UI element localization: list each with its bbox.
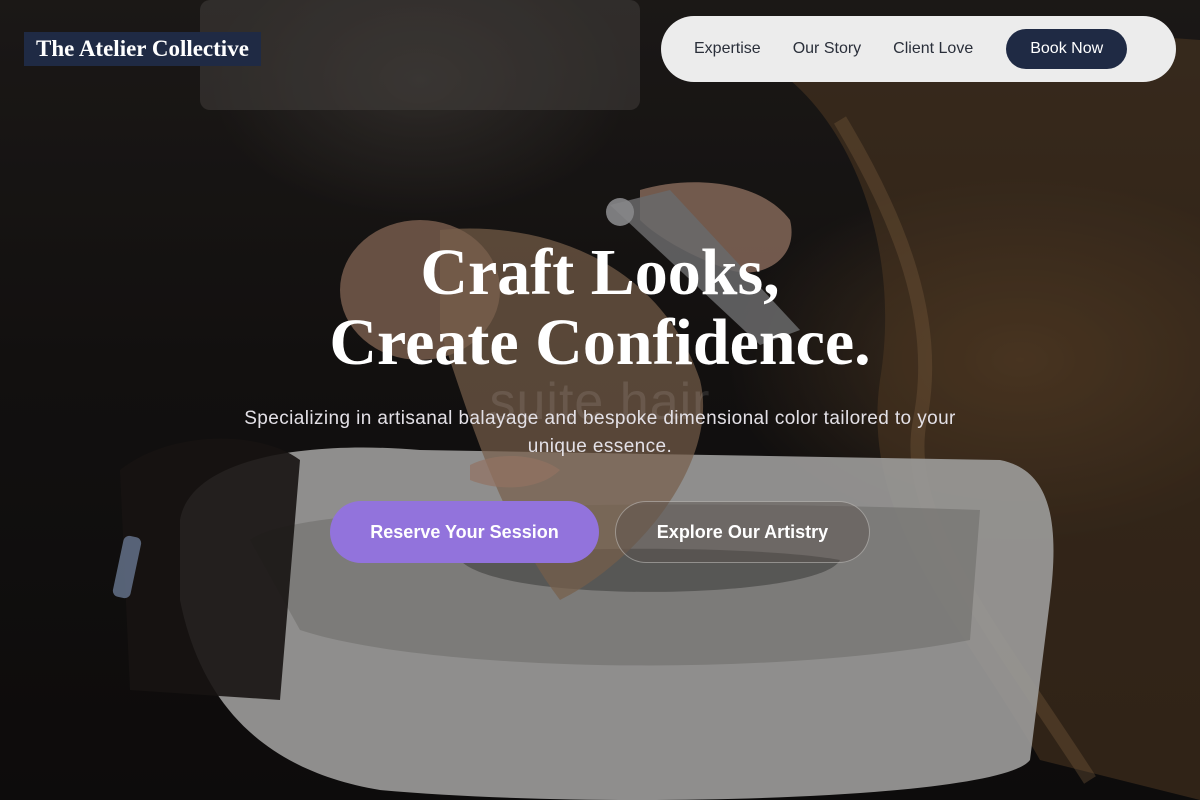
explore-artistry-button[interactable]: Explore Our Artistry (615, 501, 870, 563)
hero-title-line-1: Craft Looks, (420, 236, 780, 309)
brand-logo[interactable]: The Atelier Collective (24, 32, 261, 66)
nav-link-our-story[interactable]: Our Story (793, 40, 861, 58)
nav-link-expertise[interactable]: Expertise (694, 40, 761, 58)
nav-link-client-love[interactable]: Client Love (893, 40, 973, 58)
book-now-button[interactable]: Book Now (1006, 29, 1128, 69)
hero-title: Craft Looks, Create Confidence. (0, 238, 1200, 378)
main-nav: Expertise Our Story Client Love Book Now (661, 16, 1176, 82)
reserve-session-button[interactable]: Reserve Your Session (330, 501, 599, 563)
hero-subtitle: Specializing in artisanal balayage and b… (200, 405, 1000, 461)
hero-subtitle-line-2: unique essence. (527, 436, 673, 457)
hero-subtitle-line-1: Specializing in artisanal balayage and b… (244, 408, 956, 429)
hero-title-line-2: Create Confidence. (329, 306, 871, 379)
